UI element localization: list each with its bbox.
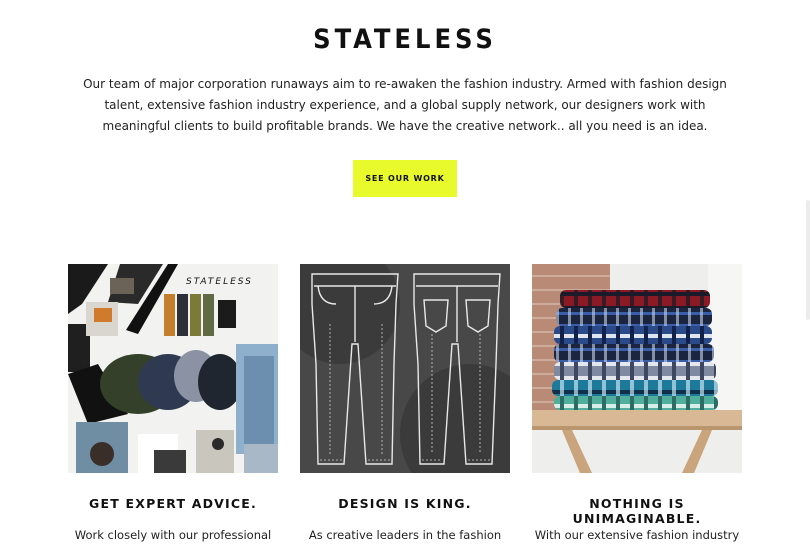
moodboard-brand-text: STATELESS bbox=[186, 277, 253, 287]
feature-title: DESIGN IS KING. bbox=[338, 496, 472, 511]
feature-image-moodboard[interactable]: STATELESS bbox=[68, 264, 278, 473]
feature-image-flannel-stack[interactable] bbox=[532, 264, 742, 473]
feature-image-jeans-sketch[interactable] bbox=[300, 264, 510, 473]
hero-description: Our team of major corporation runaways a… bbox=[83, 77, 727, 133]
moodboard-illustration: STATELESS bbox=[68, 264, 278, 473]
see-our-work-button[interactable]: SEE OUR WORK bbox=[353, 160, 457, 197]
feature-text: With our extensive fashion industry bbox=[534, 528, 740, 542]
page-title: STATELESS bbox=[313, 24, 497, 55]
scrollbar[interactable] bbox=[806, 200, 810, 320]
feature-text: As creative leaders in the fashion bbox=[308, 528, 502, 542]
feature-text: Work closely with our professional bbox=[74, 528, 272, 542]
feature-title: GET EXPERT ADVICE. bbox=[89, 496, 257, 511]
feature-title: NOTHING IS UNIMAGINABLE. bbox=[572, 496, 702, 526]
jeans-sketch-illustration bbox=[300, 264, 510, 473]
flannel-stack-illustration bbox=[532, 264, 742, 473]
